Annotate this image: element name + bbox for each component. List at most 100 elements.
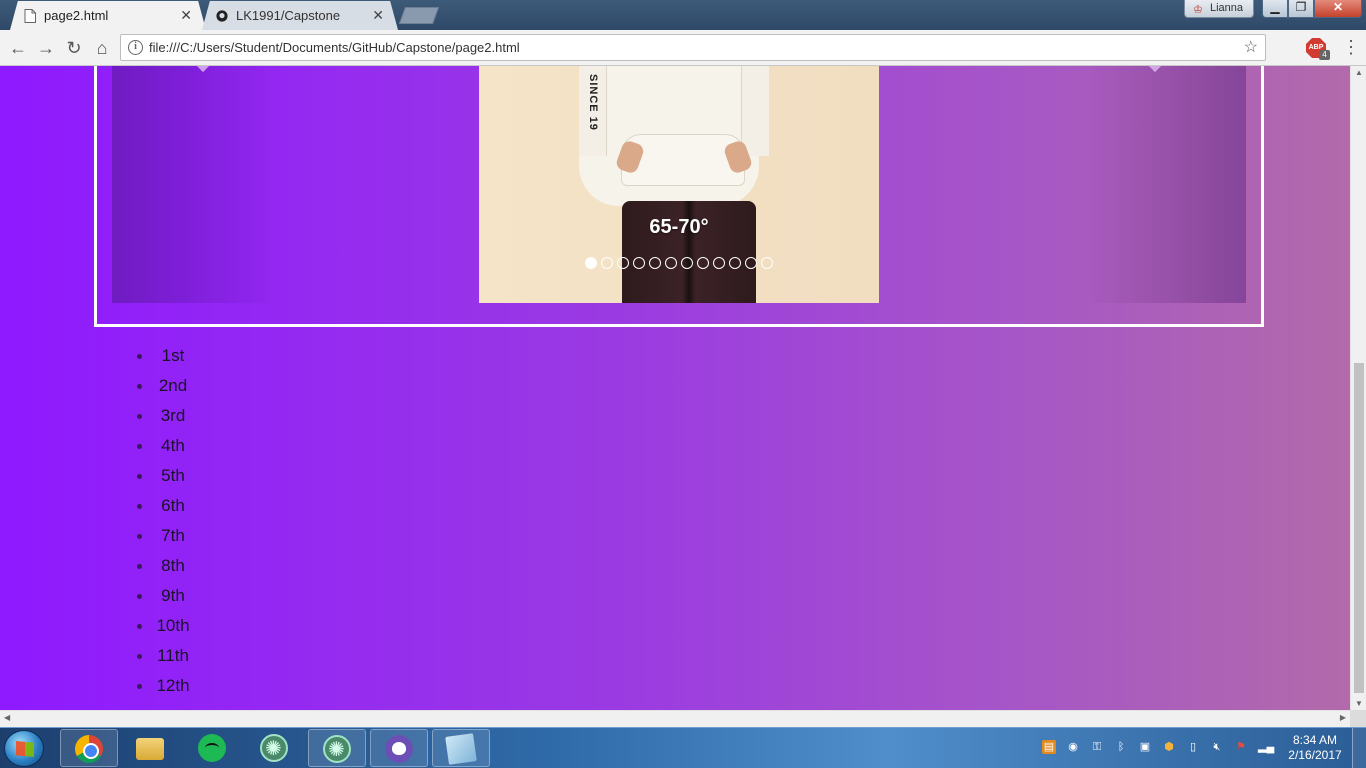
close-tab-icon[interactable]: ✕ (372, 1, 384, 30)
reload-icon[interactable]: ↻ (62, 36, 86, 60)
system-clock[interactable]: 8:34 AM 2/16/2017 (1282, 733, 1348, 763)
atom-icon (323, 735, 351, 763)
tray-globe-icon[interactable]: ◉ (1066, 740, 1080, 754)
grade-list-item: 7th (137, 524, 191, 554)
taskbar-file-explorer[interactable] (122, 729, 180, 767)
carousel-dot[interactable] (745, 257, 757, 269)
carousel-dot[interactable] (601, 257, 613, 269)
tab-page2[interactable]: page2.html ✕ (10, 1, 206, 30)
tab-label: LK1991/Capstone (236, 8, 341, 23)
menu-icon[interactable]: ⋮ (1342, 36, 1360, 58)
grade-list-item: 9th (137, 584, 191, 614)
adblock-count-badge: 4 (1319, 50, 1330, 60)
address-bar[interactable]: i file:///C:/Users/Student/Documents/Git… (120, 34, 1266, 61)
tray-update-icon[interactable]: ⬢ (1162, 740, 1176, 754)
spotify-icon (198, 734, 226, 762)
tab-strip: page2.html ✕ LK1991/Capstone ✕ ♔ Lianna … (0, 0, 1366, 30)
bookmark-star-icon[interactable]: ☆ (1244, 35, 1258, 60)
carousel-dot[interactable] (665, 257, 677, 269)
taskbar-atom-open[interactable] (308, 729, 366, 767)
home-icon[interactable]: ⌂ (90, 36, 114, 60)
tab-label: page2.html (44, 8, 109, 23)
taskbar-spotify[interactable] (184, 729, 242, 767)
back-icon[interactable]: ← (6, 36, 30, 60)
carousel-next-panel[interactable] (1082, 66, 1246, 303)
taskbar: ▤ ◉ ⚿ ᛒ ▣ ⬢ ▯ 🔇︎ ⚑ ▂▄ 8:34 AM 2/16/2017 (0, 727, 1366, 768)
carousel-indicators (585, 257, 773, 269)
scroll-up-icon[interactable]: ▲ (1351, 68, 1366, 77)
carousel-dot[interactable] (713, 257, 725, 269)
carousel-dot[interactable] (697, 257, 709, 269)
carousel-dot[interactable] (761, 257, 773, 269)
next-arrow-icon[interactable] (1147, 66, 1163, 73)
document-icon (24, 9, 36, 23)
wifi-signal-icon[interactable]: ▂▄ (1258, 740, 1274, 754)
new-tab-button[interactable] (398, 7, 440, 24)
carousel-dot[interactable] (729, 257, 741, 269)
scroll-left-icon[interactable]: ◀ (4, 713, 10, 722)
grade-list-item: 4th (137, 434, 191, 464)
tray-network-app-icon[interactable]: ▣ (1138, 740, 1152, 754)
photo-sleeve-right (741, 66, 769, 156)
show-desktop-button[interactable] (1352, 728, 1366, 768)
grade-list-item: 5th (137, 464, 191, 494)
grade-list-item: 3rd (137, 404, 191, 434)
profile-icon: ♔ (1193, 4, 1203, 16)
grade-list-item: 6th (137, 494, 191, 524)
notes-icon (445, 733, 477, 765)
carousel-dot[interactable] (633, 257, 645, 269)
scroll-right-icon[interactable]: ▶ (1340, 713, 1346, 722)
slide-caption: 65-70° (649, 216, 709, 238)
info-icon[interactable]: i (128, 40, 143, 55)
atom-icon (260, 734, 288, 762)
prev-arrow-icon[interactable] (195, 66, 211, 73)
sleeve-print: SINCE 19 (587, 74, 599, 131)
vertical-scrollbar[interactable]: ▲ ▼ (1350, 66, 1366, 710)
page-viewport: SINCE 19 65-70° 1st 2nd 3rd 4th 5th 6th 7th 8th… (0, 66, 1350, 710)
maximize-button[interactable]: ❐ (1288, 0, 1314, 18)
grade-list-item: 8th (137, 554, 191, 584)
carousel-dot[interactable] (649, 257, 661, 269)
taskbar-github-desktop[interactable] (370, 729, 428, 767)
action-center-icon[interactable]: ⚑ (1234, 740, 1248, 754)
scroll-corner (1350, 710, 1366, 727)
browser-toolbar: ← → ↻ ⌂ i file:///C:/Users/Student/Docum… (0, 30, 1366, 66)
horizontal-scrollbar[interactable]: ◀ ▶ (0, 710, 1350, 727)
clock-time: 8:34 AM (1292, 733, 1338, 747)
carousel-dot[interactable] (585, 257, 597, 269)
close-window-button[interactable]: ✕ (1314, 0, 1362, 18)
taskbar-chrome[interactable] (60, 729, 118, 767)
github-desktop-icon (385, 735, 413, 763)
carousel-dot[interactable] (617, 257, 629, 269)
scroll-down-icon[interactable]: ▼ (1351, 699, 1366, 708)
system-tray: ▤ ◉ ⚿ ᛒ ▣ ⬢ ▯ 🔇︎ ⚑ ▂▄ (1040, 728, 1280, 768)
grade-list: 1st 2nd 3rd 4th 5th 6th 7th 8th 9th 10th 11th 12th (137, 344, 191, 704)
carousel-slide: SINCE 19 65-70° (479, 66, 879, 303)
windows-logo-icon (16, 741, 34, 757)
grade-list-item: 1st (137, 344, 191, 374)
profile-button[interactable]: ♔ Lianna (1184, 0, 1254, 18)
volume-muted-icon[interactable]: 🔇︎ (1210, 740, 1224, 754)
taskbar-atom[interactable] (246, 729, 304, 767)
minimize-button[interactable]: ▁ (1262, 0, 1288, 18)
tray-app-icon[interactable]: ▤ (1042, 740, 1056, 754)
grade-list-item: 11th (137, 644, 191, 674)
bluetooth-icon[interactable]: ᛒ (1114, 740, 1128, 754)
clock-date: 2/16/2017 (1288, 748, 1342, 762)
carousel-prev-panel[interactable] (112, 66, 277, 303)
taskbar-notes[interactable] (432, 729, 490, 767)
tray-security-icon[interactable]: ⚿ (1090, 740, 1104, 754)
forward-icon[interactable]: → (34, 36, 58, 60)
close-tab-icon[interactable]: ✕ (180, 1, 192, 30)
grade-list-item: 10th (137, 614, 191, 644)
carousel-dot[interactable] (681, 257, 693, 269)
start-button[interactable] (4, 730, 44, 767)
grade-list-item: 2nd (137, 374, 191, 404)
url-text[interactable]: file:///C:/Users/Student/Documents/GitHu… (149, 35, 520, 61)
battery-icon[interactable]: ▯ (1186, 740, 1200, 754)
profile-name: Lianna (1209, 2, 1243, 14)
tab-github-capstone[interactable]: LK1991/Capstone ✕ (202, 1, 398, 30)
scroll-thumb[interactable] (1354, 363, 1364, 693)
grade-list-item: 12th (137, 674, 191, 704)
chrome-icon (75, 735, 103, 763)
